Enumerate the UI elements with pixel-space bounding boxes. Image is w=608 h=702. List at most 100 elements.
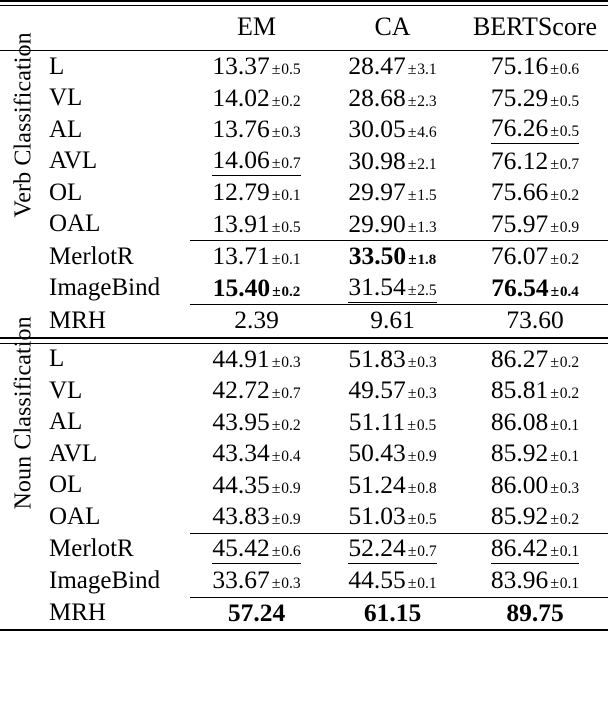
metric-value: 86.42 [490, 532, 549, 562]
metric-error: 0.1 [559, 575, 580, 593]
plus-minus-symbol: ± [407, 511, 417, 529]
metric-cell-ca: 51.24 ±0.8 [348, 471, 436, 499]
row-label: VL [49, 376, 83, 404]
metric-error: 0.3 [417, 353, 437, 371]
table-row: AL 43.95 ±0.2 51.11 ±0.5 86.08 ±0.1 [0, 407, 608, 439]
results-table-container: EM CA BERTScore Verb Classification L 13.37 ±0… [0, 0, 608, 702]
row-label: OL [49, 471, 83, 499]
column-header-em: EM [237, 12, 276, 42]
metric-cell-em: 33.67 ±0.3 [212, 566, 300, 594]
metric-cell-em: 13.76 ±0.3 [212, 115, 301, 143]
metric-error: 0.7 [559, 155, 580, 173]
metric-cell-ca: 30.05 ±4.6 [348, 115, 436, 143]
table-cell: 13.91 ±0.5 [190, 209, 323, 241]
metric-cell-em: 42.72 ±0.7 [212, 376, 301, 404]
table-row: ImageBind 33.67 ±0.3 44.55 ±0.1 83.96 ±0.1 [0, 565, 608, 597]
metric-value: 13.71 [212, 241, 270, 271]
table-row: OAL 13.91 ±0.5 29.90 ±1.3 75.97 ±0.9 [0, 209, 608, 241]
table-cell: 28.68 ±2.3 [323, 83, 462, 115]
section-side-label-text: Noun Classification [10, 316, 37, 510]
metric-cell-bertscore: 76.54 ±0.4 [491, 274, 579, 302]
table-cell: 76.12 ±0.7 [462, 146, 608, 178]
metric-value: 2.39 [234, 305, 279, 335]
metric-value: 85.92 [490, 501, 549, 531]
metric-error: 0.3 [559, 479, 580, 497]
metric-error: 3.1 [417, 61, 437, 79]
plus-minus-symbol: ± [407, 281, 417, 299]
plus-minus-symbol: ± [407, 479, 417, 497]
table-row: AVL 43.34 ±0.4 50.43 ±0.9 85.92 ±0.1 [0, 438, 608, 470]
metric-value: 14.02 [212, 82, 270, 112]
metric-cell-bertscore: 75.66 ±0.2 [491, 178, 579, 206]
plus-minus-symbol: ± [271, 92, 281, 110]
metric-error: 0.3 [281, 353, 301, 371]
row-label: L [49, 345, 65, 373]
metric-cell-em: 43.83 ±0.9 [212, 502, 301, 530]
table-cell: 33.50 ±1.8 [323, 241, 462, 273]
metric-cell-em: 43.34 ±0.4 [212, 439, 301, 467]
table-cell: 31.54 ±2.5 [323, 273, 462, 305]
metric-value: 43.95 [212, 406, 270, 436]
row-label: OAL [49, 210, 101, 238]
plus-minus-symbol: ± [407, 542, 417, 560]
row-label: ImageBind [49, 566, 161, 594]
metric-value: 12.79 [212, 177, 270, 207]
table-cell: 12.79 ±0.1 [190, 177, 323, 209]
metric-error: 0.7 [281, 385, 301, 403]
table-row: MRH 2.39 9.61 73.60 [0, 305, 608, 338]
metric-value: 52.24 [348, 532, 406, 562]
metric-error: 0.3 [281, 124, 301, 142]
table-cell: 13.76 ±0.3 [190, 114, 323, 146]
plus-minus-symbol: ± [407, 575, 417, 593]
metric-value: 44.35 [212, 469, 270, 499]
metric-error: 2.1 [417, 155, 437, 173]
metric-cell-em: 14.06 ±0.7 [212, 146, 301, 176]
metric-error: 0.4 [281, 448, 301, 466]
table-row: VL 42.72 ±0.7 49.57 ±0.3 85.81 ±0.2 [0, 375, 608, 407]
metric-value: 51.83 [348, 343, 406, 373]
metric-error: 0.4 [559, 283, 579, 300]
metric-error: 0.6 [559, 61, 580, 79]
metric-value: 86.00 [490, 469, 549, 499]
metric-cell-ca: 33.50 ±1.8 [349, 242, 436, 270]
metric-error: 2.3 [417, 92, 437, 110]
metric-value: 44.55 [348, 565, 406, 595]
plus-minus-symbol: ± [550, 187, 559, 205]
metric-error: 0.2 [559, 385, 580, 403]
metric-cell-bertscore: 83.96 ±0.1 [490, 565, 580, 595]
metric-cell-ca: 52.24 ±0.7 [348, 532, 437, 564]
plus-minus-symbol: ± [550, 251, 559, 269]
metric-error: 0.5 [559, 92, 580, 110]
plus-minus-symbol: ± [550, 385, 559, 403]
plus-minus-symbol: ± [271, 124, 281, 142]
table-cell: 15.40 ±0.2 [190, 273, 323, 305]
table-cell: 75.97 ±0.9 [462, 209, 608, 241]
metric-error: 0.9 [281, 511, 301, 529]
plus-minus-symbol: ± [407, 218, 417, 236]
metric-error: 1.5 [417, 187, 437, 205]
metric-cell-em: 12.79 ±0.1 [212, 177, 300, 207]
metric-cell-bertscore: 85.81 ±0.2 [491, 376, 580, 404]
metric-error: 0.5 [281, 61, 301, 79]
metric-error: 0.3 [417, 385, 437, 403]
table-row: AVL 14.06 ±0.7 30.98 ±2.1 76.12 ±0.7 [0, 146, 608, 178]
table-cell: 30.05 ±4.6 [323, 114, 462, 146]
section-side-label-noun: Noun Classification [0, 316, 47, 630]
table-cell: 76.26 ±0.5 [462, 114, 608, 146]
plus-minus-symbol: ± [550, 282, 560, 300]
metric-value: 50.43 [348, 438, 406, 468]
metric-value: 75.16 [490, 51, 549, 81]
table-cell: 73.60 [462, 305, 608, 338]
header-row-label [47, 6, 190, 51]
plus-minus-symbol: ± [271, 251, 281, 269]
plus-minus-symbol: ± [272, 282, 281, 300]
row-label: VL [49, 84, 83, 112]
metric-error: 0.1 [417, 575, 437, 593]
table-cell: 50.43 ±0.9 [323, 438, 462, 470]
table-row: VL 14.02 ±0.2 28.68 ±2.3 75.29 ±0.5 [0, 83, 608, 115]
metric-value: 83.96 [490, 565, 549, 595]
metric-cell-ca: 28.47 ±3.1 [348, 52, 437, 80]
metric-value: 13.37 [212, 51, 270, 81]
metric-cell-ca: 50.43 ±0.9 [348, 438, 436, 468]
metric-cell-em: 13.91 ±0.5 [212, 210, 300, 238]
